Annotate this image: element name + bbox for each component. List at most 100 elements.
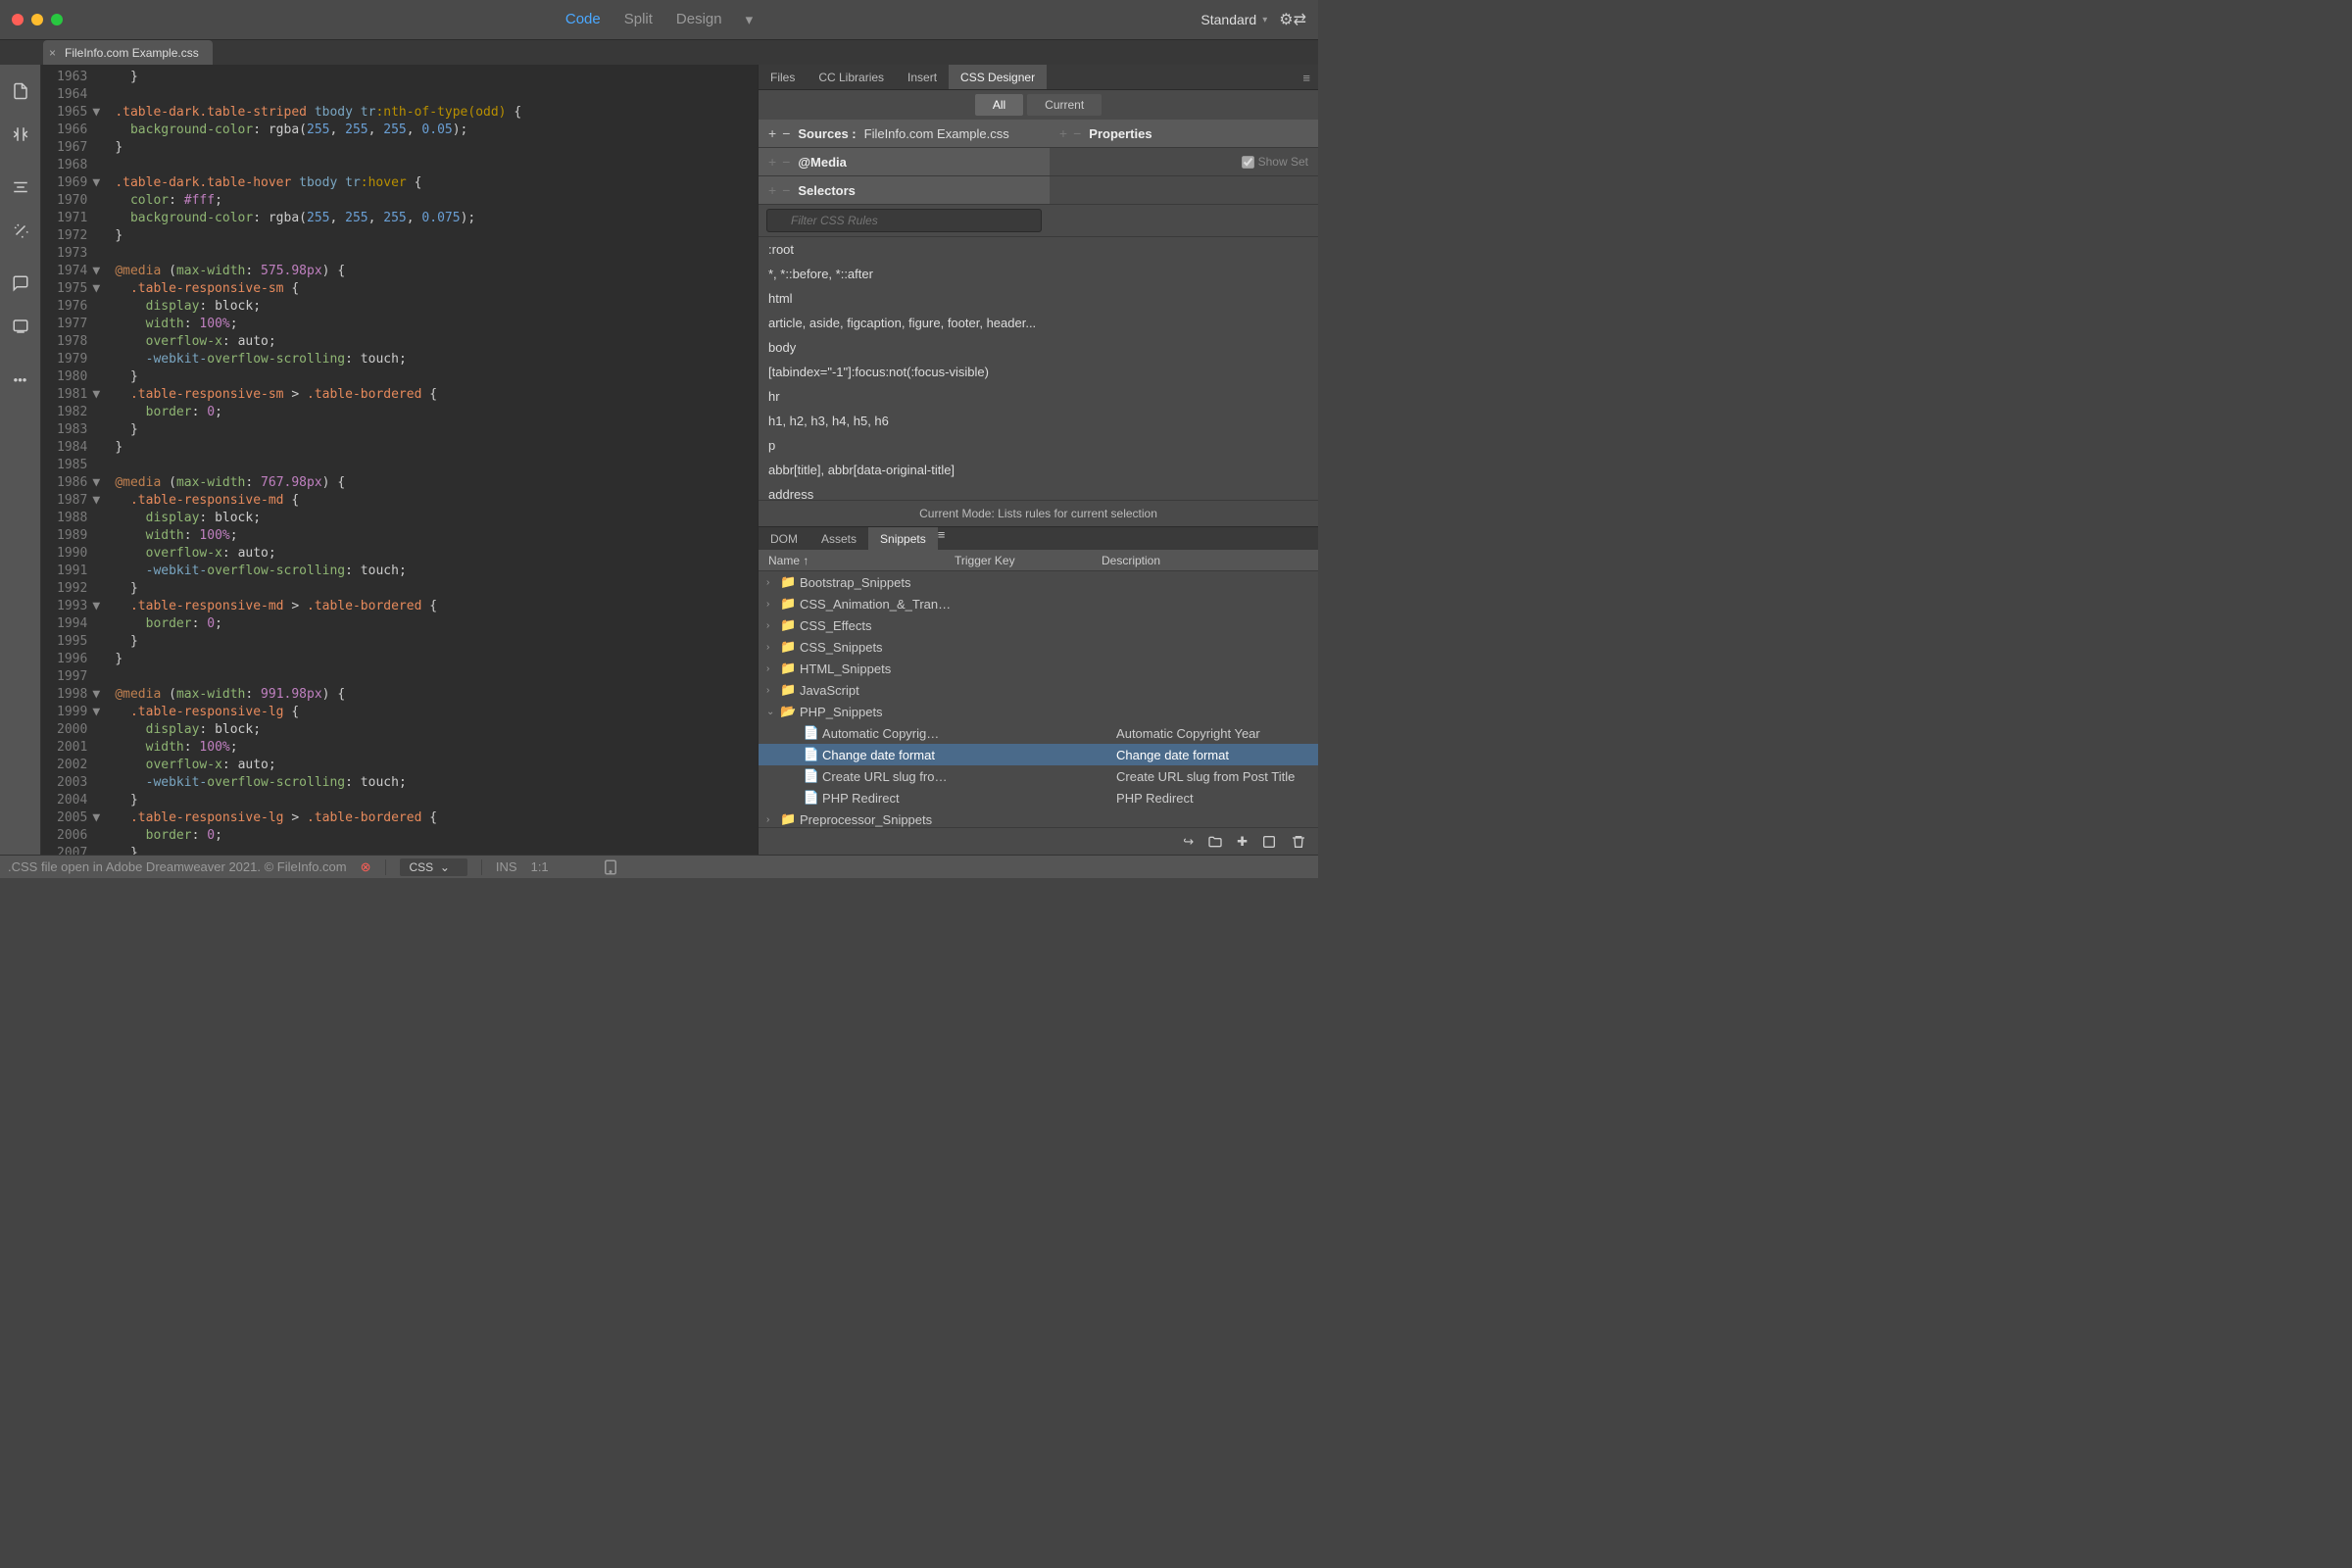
folder-row[interactable]: ›📁HTML_Snippets	[759, 658, 1318, 679]
remove-media-button[interactable]: −	[782, 154, 790, 170]
snippet-row[interactable]: 📄PHP RedirectPHP Redirect	[759, 787, 1318, 808]
selectors-section: +− Selectors	[759, 176, 1050, 204]
add-source-button[interactable]: +	[768, 125, 776, 141]
snippets-tree[interactable]: ›📁Bootstrap_Snippets›📁CSS_Animation_&_Tr…	[759, 571, 1318, 827]
device-preview-icon[interactable]	[602, 858, 619, 876]
tab-files[interactable]: Files	[759, 65, 807, 89]
selector-item[interactable]: address	[759, 482, 1050, 500]
new-folder-icon[interactable]	[1207, 834, 1223, 850]
snippet-row[interactable]: 📄Change date formatChange date format	[759, 744, 1318, 765]
selector-item[interactable]: body	[759, 335, 1050, 360]
remove-selector-button[interactable]: −	[782, 182, 790, 198]
folder-row[interactable]: ›📁CSS_Animation_&_Tran…	[759, 593, 1318, 614]
delete-snippet-icon[interactable]	[1291, 834, 1306, 850]
wand-icon[interactable]	[12, 221, 29, 239]
tab-snippets[interactable]: Snippets	[868, 527, 938, 550]
view-design[interactable]: Design	[676, 11, 722, 28]
scope-current[interactable]: Current	[1027, 94, 1102, 116]
wrap-icon[interactable]	[12, 125, 29, 143]
new-snippet-icon[interactable]: ✚	[1237, 834, 1248, 850]
view-dropdown-icon[interactable]: ▾	[746, 11, 754, 28]
add-media-button[interactable]: +	[768, 154, 776, 170]
selector-item[interactable]: h1, h2, h3, h4, h5, h6	[759, 409, 1050, 433]
filter-css-input[interactable]	[766, 209, 1042, 232]
selector-item[interactable]: [tabindex="-1"]:focus:not(:focus-visible…	[759, 360, 1050, 384]
window-controls	[0, 14, 63, 25]
selector-item[interactable]: :root	[759, 237, 1050, 262]
snippets-header: Name ↑ Trigger Key Description	[759, 550, 1318, 571]
titlebar: Code Split Design ▾ Standard ▾ ⚙⇄	[0, 0, 1318, 39]
show-set-label: Show Set	[1258, 155, 1308, 169]
folder-row[interactable]: ›📁JavaScript	[759, 679, 1318, 701]
media-section: +− @Media	[759, 148, 1050, 175]
file-icon[interactable]	[12, 82, 29, 100]
view-code[interactable]: Code	[565, 11, 601, 28]
source-file[interactable]: FileInfo.com Example.css	[864, 126, 1009, 141]
maximize-window-button[interactable]	[51, 14, 63, 25]
show-set-checkbox[interactable]	[1242, 156, 1254, 169]
preview-icon[interactable]	[12, 318, 29, 335]
selector-item[interactable]: p	[759, 433, 1050, 458]
selector-item[interactable]: html	[759, 286, 1050, 311]
selectors-label: Selectors	[798, 183, 856, 198]
code-content[interactable]: }.table-dark.table-striped tbody tr:nth-…	[107, 65, 521, 855]
lower-panel-tabs: DOM Assets Snippets ≡	[759, 526, 1318, 550]
edit-snippet-icon[interactable]	[1261, 834, 1277, 850]
scope-all[interactable]: All	[975, 94, 1023, 116]
lower-panel-menu-icon[interactable]: ≡	[938, 527, 946, 550]
selector-item[interactable]: article, aside, figcaption, figure, foot…	[759, 311, 1050, 335]
folder-row[interactable]: ›📁Bootstrap_Snippets	[759, 571, 1318, 593]
selector-item[interactable]: *, *::before, *::after	[759, 262, 1050, 286]
sources-section: +− Sources : FileInfo.com Example.css	[759, 120, 1050, 147]
sync-settings-icon[interactable]: ⚙⇄	[1279, 10, 1306, 29]
workspace-label: Standard	[1200, 12, 1256, 27]
language-mode[interactable]: CSS ⌄	[400, 858, 467, 876]
remove-property-button[interactable]: −	[1073, 125, 1081, 141]
close-tab-icon[interactable]: ×	[49, 46, 56, 60]
workspace-switcher[interactable]: Standard ▾	[1200, 12, 1267, 27]
collapse-icon[interactable]	[12, 178, 29, 196]
insert-snippet-icon[interactable]: ↪	[1183, 834, 1194, 850]
properties-section: +− Properties	[1050, 120, 1318, 147]
sources-label: Sources :	[798, 126, 856, 141]
col-desc[interactable]: Description	[1102, 550, 1318, 570]
tab-css-designer[interactable]: CSS Designer	[949, 65, 1047, 89]
close-window-button[interactable]	[12, 14, 24, 25]
folder-row[interactable]: ⌄📂PHP_Snippets	[759, 701, 1318, 722]
insert-mode[interactable]: INS	[496, 859, 517, 874]
panel-menu-icon[interactable]: ≡	[1302, 71, 1310, 85]
left-toolbar: •••	[0, 65, 41, 855]
tab-insert[interactable]: Insert	[896, 65, 949, 89]
panel-tabs: Files CC Libraries Insert CSS Designer ≡	[759, 65, 1318, 90]
snippet-row[interactable]: 📄Automatic Copyrig…Automatic Copyright Y…	[759, 722, 1318, 744]
mode-hint: Current Mode: Lists rules for current se…	[759, 500, 1318, 526]
folder-row[interactable]: ›📁Preprocessor_Snippets	[759, 808, 1318, 827]
col-name[interactable]: Name ↑	[759, 550, 955, 570]
tab-cc-libraries[interactable]: CC Libraries	[807, 65, 896, 89]
view-split[interactable]: Split	[624, 11, 653, 28]
code-editor[interactable]: 1963 1964 1965▼1966 1967 1968 1969▼1970 …	[41, 65, 758, 855]
remove-source-button[interactable]: −	[782, 125, 790, 141]
folder-row[interactable]: ›📁CSS_Effects	[759, 614, 1318, 636]
error-icon[interactable]: ⊗	[361, 859, 371, 875]
snippet-row[interactable]: 📄Create URL slug fro…Create URL slug fro…	[759, 765, 1318, 787]
status-message: .CSS file open in Adobe Dreamweaver 2021…	[8, 859, 347, 874]
show-set-section: Show Set	[1050, 148, 1318, 175]
minimize-window-button[interactable]	[31, 14, 43, 25]
col-trigger[interactable]: Trigger Key	[955, 550, 1102, 570]
chevron-down-icon: ▾	[1262, 15, 1267, 25]
tab-assets[interactable]: Assets	[809, 527, 868, 550]
folder-row[interactable]: ›📁CSS_Snippets	[759, 636, 1318, 658]
more-icon[interactable]: •••	[12, 370, 29, 388]
selector-item[interactable]: abbr[title], abbr[data-original-title]	[759, 458, 1050, 482]
add-selector-button[interactable]: +	[768, 182, 776, 198]
file-tab-label: FileInfo.com Example.css	[65, 46, 199, 60]
comment-icon[interactable]	[12, 274, 29, 292]
file-tab[interactable]: × FileInfo.com Example.css	[43, 40, 213, 65]
selector-list[interactable]: :root*, *::before, *::afterhtmlarticle, …	[759, 237, 1050, 500]
view-switcher: Code Split Design ▾	[565, 11, 753, 28]
tab-dom[interactable]: DOM	[759, 527, 809, 550]
selector-item[interactable]: hr	[759, 384, 1050, 409]
add-property-button[interactable]: +	[1059, 125, 1067, 141]
filter-row: 🔍	[759, 205, 1050, 236]
